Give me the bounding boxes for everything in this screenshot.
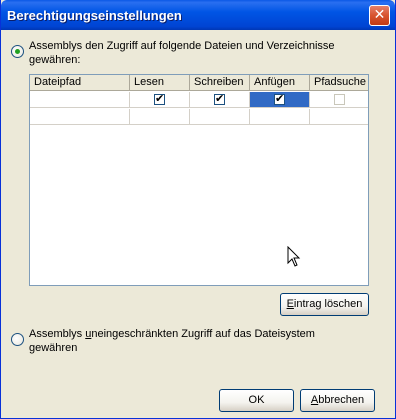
new-row-cell[interactable] bbox=[130, 109, 190, 125]
restricted-access-label-line2: gewähren: bbox=[29, 54, 81, 66]
check-icon: ✔ bbox=[155, 92, 165, 105]
column-header-pathdiscovery[interactable]: Pfadsuche bbox=[310, 75, 368, 91]
write-checkbox[interactable]: ✔ bbox=[214, 92, 225, 105]
write-cell[interactable]: ✔ bbox=[190, 92, 250, 108]
column-header-append[interactable]: Anfügen bbox=[250, 75, 310, 91]
column-header-read[interactable]: Lesen bbox=[130, 75, 190, 91]
column-header-write[interactable]: Schreiben bbox=[190, 75, 250, 91]
new-row-cell[interactable] bbox=[190, 109, 250, 125]
read-checkbox[interactable]: ✔ bbox=[154, 92, 165, 105]
unrestricted-access-label-line1: Assemblys uneingeschränkten Zugriff auf … bbox=[29, 328, 315, 340]
read-cell[interactable]: ✔ bbox=[130, 92, 190, 108]
append-checkbox[interactable]: ✔ bbox=[274, 92, 285, 105]
title-bar[interactable]: Berechtigungseinstellungen ✕ bbox=[1, 0, 395, 30]
restricted-access-radio[interactable] bbox=[11, 45, 24, 58]
grid-header: Dateipfad Lesen Schreiben Anfügen Pfadsu… bbox=[30, 75, 368, 91]
unrestricted-access-radio[interactable] bbox=[11, 333, 24, 346]
window-title: Berechtigungseinstellungen bbox=[7, 8, 182, 23]
delete-entry-label: intrag löschen bbox=[293, 298, 363, 310]
close-icon: ✕ bbox=[373, 7, 386, 23]
new-row-cell[interactable] bbox=[310, 109, 368, 125]
pathdiscovery-cell[interactable] bbox=[310, 92, 368, 108]
append-cell[interactable]: ✔ bbox=[250, 92, 310, 108]
unrestricted-access-label-line2: gewähren bbox=[29, 342, 78, 354]
cancel-label: bbrechen bbox=[318, 394, 365, 406]
new-row-path-cell[interactable] bbox=[30, 109, 130, 125]
new-row-cell[interactable] bbox=[250, 109, 310, 125]
pathdiscovery-checkbox[interactable] bbox=[334, 94, 345, 105]
check-icon: ✔ bbox=[215, 92, 225, 105]
delete-entry-mnemonic: E bbox=[286, 298, 294, 310]
table-row-path-cell[interactable] bbox=[30, 92, 130, 108]
delete-entry-button[interactable]: Eintrag löschen bbox=[280, 293, 369, 316]
close-button[interactable]: ✕ bbox=[369, 5, 390, 26]
file-permissions-grid[interactable]: Dateipfad Lesen Schreiben Anfügen Pfadsu… bbox=[29, 74, 369, 286]
restricted-access-label-line1: Assemblys den Zugriff auf folgende Datei… bbox=[29, 40, 335, 52]
ok-button[interactable]: OK bbox=[219, 389, 294, 412]
cancel-button[interactable]: Abbrechen bbox=[300, 389, 375, 412]
column-header-path[interactable]: Dateipfad bbox=[30, 75, 130, 91]
permission-settings-dialog: Berechtigungseinstellungen ✕ Assemblys d… bbox=[0, 0, 396, 419]
ok-label: OK bbox=[248, 394, 265, 406]
check-icon: ✔ bbox=[275, 92, 285, 105]
mouse-cursor-icon bbox=[287, 246, 301, 267]
